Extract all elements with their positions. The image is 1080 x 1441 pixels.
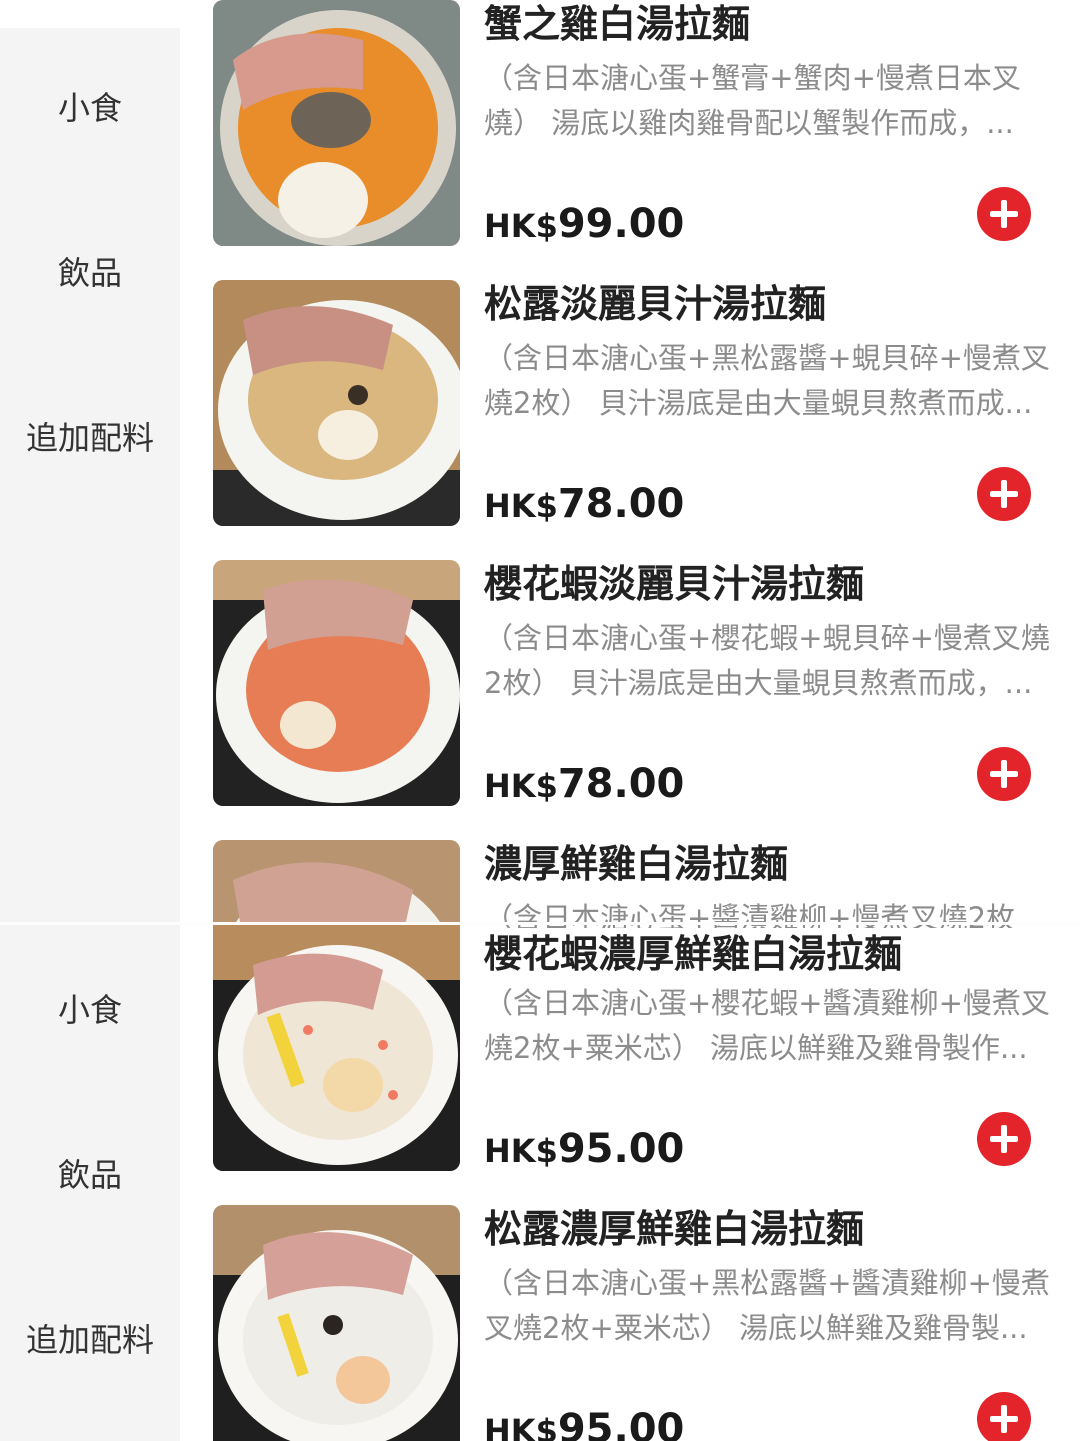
ramen-photo [213, 840, 460, 928]
menu-item[interactable]: 櫻花蝦濃厚鮮雞白湯拉麵 （含日本溏心蛋+櫻花蝦+醬漬雞柳+慢煮叉燒2枚+粟米芯）… [213, 925, 1063, 1175]
price-currency: HK$ [484, 207, 558, 245]
item-price: HK$78.00 [484, 760, 684, 810]
sidebar-item-drinks[interactable]: 飲品 [0, 1155, 180, 1195]
sidebar-item-toppings[interactable]: 追加配料 [0, 1320, 180, 1360]
price-value: 78.00 [557, 761, 685, 807]
item-title: 松露淡麗貝汁湯拉麵 [484, 282, 827, 326]
item-price: HK$95.00 [484, 1125, 684, 1175]
sidebar-item-snacks[interactable]: 小食 [0, 990, 180, 1030]
item-title: 櫻花蝦濃厚鮮雞白湯拉麵 [484, 932, 903, 976]
item-title: 松露濃厚鮮雞白湯拉麵 [484, 1207, 865, 1251]
price-value: 99.00 [557, 201, 685, 247]
add-to-cart-button[interactable] [977, 1112, 1031, 1166]
add-to-cart-button[interactable] [977, 1392, 1031, 1441]
menu-item[interactable]: 松露濃厚鮮雞白湯拉麵 （含日本溏心蛋+黑松露醬+醬漬雞柳+慢煮叉燒2枚+粟米芯）… [213, 1205, 1063, 1441]
ramen-photo [213, 280, 460, 526]
item-description: （含日本溏心蛋+蟹膏+蟹肉+慢煮日本叉燒） 湯底以雞肉雞骨配以蟹製作而成，... [484, 61, 1021, 140]
category-sidebar-bottom: 小食 飲品 追加配料 [0, 925, 180, 1441]
menu-item[interactable]: 櫻花蝦淡麗貝汁湯拉麵 （含日本溏心蛋+櫻花蝦+蜆貝碎+慢煮叉燒2枚） 貝汁湯底是… [213, 560, 1063, 810]
item-title: 濃厚鮮雞白湯拉麵 [484, 842, 789, 886]
sidebar-item-snacks[interactable]: 小食 [0, 88, 180, 128]
add-to-cart-button[interactable] [977, 187, 1031, 241]
item-description: （含日本溏心蛋+櫻花蝦+醬漬雞柳+慢煮叉燒2枚+粟米芯） 湯底以鮮雞及雞骨製作.… [484, 986, 1050, 1065]
price-currency: HK$ [484, 767, 558, 805]
item-title: 蟹之雞白湯拉麵 [484, 2, 751, 46]
add-to-cart-button[interactable] [977, 747, 1031, 801]
item-price: HK$99.00 [484, 200, 684, 250]
price-value: 78.00 [557, 481, 685, 527]
item-description: （含日本溏心蛋+黑松露醬+醬漬雞柳+慢煮叉燒2枚+粟米芯） 湯底以鮮雞及雞骨製.… [484, 1266, 1050, 1345]
item-description: （含日本溏心蛋+櫻花蝦+蜆貝碎+慢煮叉燒2枚） 貝汁湯底是由大量蜆貝熬煮而成，.… [484, 621, 1050, 700]
item-price: HK$78.00 [484, 480, 684, 530]
ramen-photo [213, 925, 460, 1171]
price-value: 95.00 [557, 1126, 685, 1172]
item-price: HK$95.00 [484, 1405, 684, 1441]
sidebar-item-drinks[interactable]: 飲品 [0, 253, 180, 293]
price-currency: HK$ [484, 1132, 558, 1170]
price-currency: HK$ [484, 487, 558, 525]
menu-item[interactable]: 松露淡麗貝汁湯拉麵 （含日本溏心蛋+黑松露醬+蜆貝碎+慢煮叉燒2枚） 貝汁湯底是… [213, 280, 1063, 530]
menu-item[interactable]: 蟹之雞白湯拉麵 （含日本溏心蛋+蟹膏+蟹肉+慢煮日本叉燒） 湯底以雞肉雞骨配以蟹… [213, 0, 1063, 250]
menu-item[interactable]: 濃厚鮮雞白湯拉麵 （含日本溏心蛋+醬漬雞柳+慢煮叉燒2枚 [213, 840, 1063, 928]
ramen-photo [213, 0, 460, 246]
price-value: 95.00 [557, 1406, 685, 1441]
add-to-cart-button[interactable] [977, 467, 1031, 521]
price-currency: HK$ [484, 1412, 558, 1441]
item-description: （含日本溏心蛋+黑松露醬+蜆貝碎+慢煮叉燒2枚） 貝汁湯底是由大量蜆貝熬煮而成.… [484, 341, 1050, 420]
category-sidebar-top: 小食 飲品 追加配料 [0, 28, 180, 923]
sidebar-item-toppings[interactable]: 追加配料 [0, 418, 180, 458]
ramen-photo [213, 560, 460, 806]
item-title: 櫻花蝦淡麗貝汁湯拉麵 [484, 562, 865, 606]
ramen-photo [213, 1205, 460, 1441]
